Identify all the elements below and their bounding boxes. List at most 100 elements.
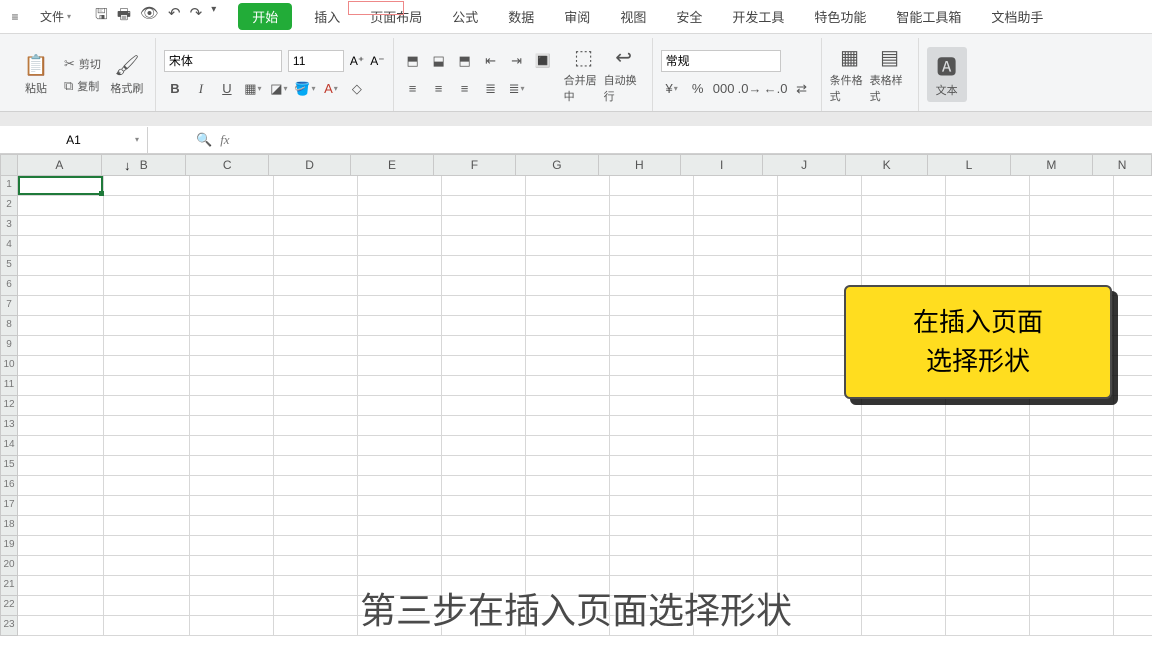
cell[interactable] [442, 296, 526, 316]
tab-8[interactable]: 开发工具 [724, 3, 792, 30]
cell[interactable] [190, 376, 274, 396]
cell[interactable] [526, 556, 610, 576]
cell[interactable] [190, 276, 274, 296]
cell[interactable] [862, 236, 946, 256]
cell[interactable] [274, 216, 358, 236]
cell[interactable] [1114, 316, 1152, 336]
print-icon[interactable]: 🖶 [117, 4, 131, 29]
cell[interactable] [18, 536, 104, 556]
cell[interactable] [610, 256, 694, 276]
font-size-select[interactable] [288, 50, 344, 72]
col-header[interactable]: N [1093, 154, 1152, 176]
dec-decimal-icon[interactable]: ←.0 [765, 78, 787, 100]
increase-font-icon[interactable]: A⁺ [350, 54, 364, 68]
cell[interactable] [104, 256, 190, 276]
tab-11[interactable]: 文档助手 [983, 3, 1051, 30]
col-header[interactable]: D [269, 154, 351, 176]
row-header[interactable]: 6 [0, 276, 18, 296]
fx-icon[interactable]: fx [220, 132, 229, 148]
undo-icon[interactable]: ↶ [168, 4, 181, 29]
cell[interactable] [442, 176, 526, 196]
cell[interactable] [862, 456, 946, 476]
cell[interactable] [358, 516, 442, 536]
qat-chevron-icon[interactable]: ▾ [211, 4, 216, 29]
cell[interactable] [358, 316, 442, 336]
number-format-select[interactable] [661, 50, 781, 72]
cell[interactable] [18, 216, 104, 236]
cell[interactable] [862, 516, 946, 536]
cell[interactable] [190, 516, 274, 536]
cell[interactable] [442, 436, 526, 456]
cell[interactable] [442, 256, 526, 276]
cell[interactable] [18, 396, 104, 416]
cell[interactable] [694, 456, 778, 476]
cell[interactable] [862, 496, 946, 516]
cell[interactable] [190, 196, 274, 216]
name-box-input[interactable] [0, 127, 147, 153]
cell[interactable] [694, 316, 778, 336]
cell[interactable] [274, 316, 358, 336]
justify-icon[interactable]: ≣ [480, 78, 502, 100]
row-header[interactable]: 13 [0, 416, 18, 436]
cell[interactable] [358, 356, 442, 376]
cell[interactable] [610, 296, 694, 316]
cell[interactable] [610, 196, 694, 216]
cell[interactable] [526, 176, 610, 196]
cell[interactable] [862, 416, 946, 436]
cell[interactable] [946, 476, 1030, 496]
row-header[interactable]: 17 [0, 496, 18, 516]
indent-inc-icon[interactable]: ⇥ [506, 50, 528, 72]
cell[interactable] [1114, 436, 1152, 456]
cell[interactable] [274, 376, 358, 396]
cell[interactable] [190, 436, 274, 456]
cell[interactable] [1114, 476, 1152, 496]
cell[interactable] [18, 296, 104, 316]
cell[interactable] [104, 416, 190, 436]
cell[interactable] [694, 296, 778, 316]
cell[interactable] [274, 476, 358, 496]
col-header[interactable]: M [1011, 154, 1093, 176]
cell[interactable] [104, 556, 190, 576]
cell[interactable] [442, 396, 526, 416]
cell[interactable] [190, 496, 274, 516]
text-tool-button[interactable]: 🅰 文本 [927, 47, 967, 102]
cell[interactable] [18, 236, 104, 256]
cell[interactable] [358, 196, 442, 216]
cell[interactable] [1030, 436, 1114, 456]
cell[interactable] [274, 436, 358, 456]
cell[interactable] [778, 556, 862, 576]
cell[interactable] [18, 556, 104, 576]
cell[interactable] [18, 316, 104, 336]
cell[interactable] [778, 396, 862, 416]
cell[interactable] [946, 536, 1030, 556]
cell[interactable] [442, 536, 526, 556]
cell[interactable] [778, 436, 862, 456]
cell[interactable] [1114, 376, 1152, 396]
cell[interactable] [274, 276, 358, 296]
cell[interactable] [104, 396, 190, 416]
cell[interactable] [274, 196, 358, 216]
cell[interactable] [526, 216, 610, 236]
cell[interactable] [274, 236, 358, 256]
cell[interactable] [1030, 516, 1114, 536]
cells-area[interactable] [18, 176, 1152, 636]
cell[interactable] [778, 216, 862, 236]
cell[interactable] [442, 336, 526, 356]
cell[interactable] [526, 356, 610, 376]
cell[interactable] [1030, 396, 1114, 416]
cell[interactable] [18, 276, 104, 296]
cell[interactable] [526, 536, 610, 556]
tab-4[interactable]: 数据 [500, 3, 542, 30]
col-header[interactable]: E [351, 154, 433, 176]
cell[interactable] [190, 356, 274, 376]
cell[interactable] [18, 416, 104, 436]
cell[interactable] [694, 276, 778, 296]
indent-dec-icon[interactable]: ⇤ [480, 50, 502, 72]
cell[interactable] [946, 496, 1030, 516]
cell[interactable] [526, 476, 610, 496]
select-all-corner[interactable] [0, 154, 18, 176]
cell[interactable] [862, 216, 946, 236]
cell[interactable] [778, 456, 862, 476]
cell[interactable] [1030, 216, 1114, 236]
cell[interactable] [946, 256, 1030, 276]
